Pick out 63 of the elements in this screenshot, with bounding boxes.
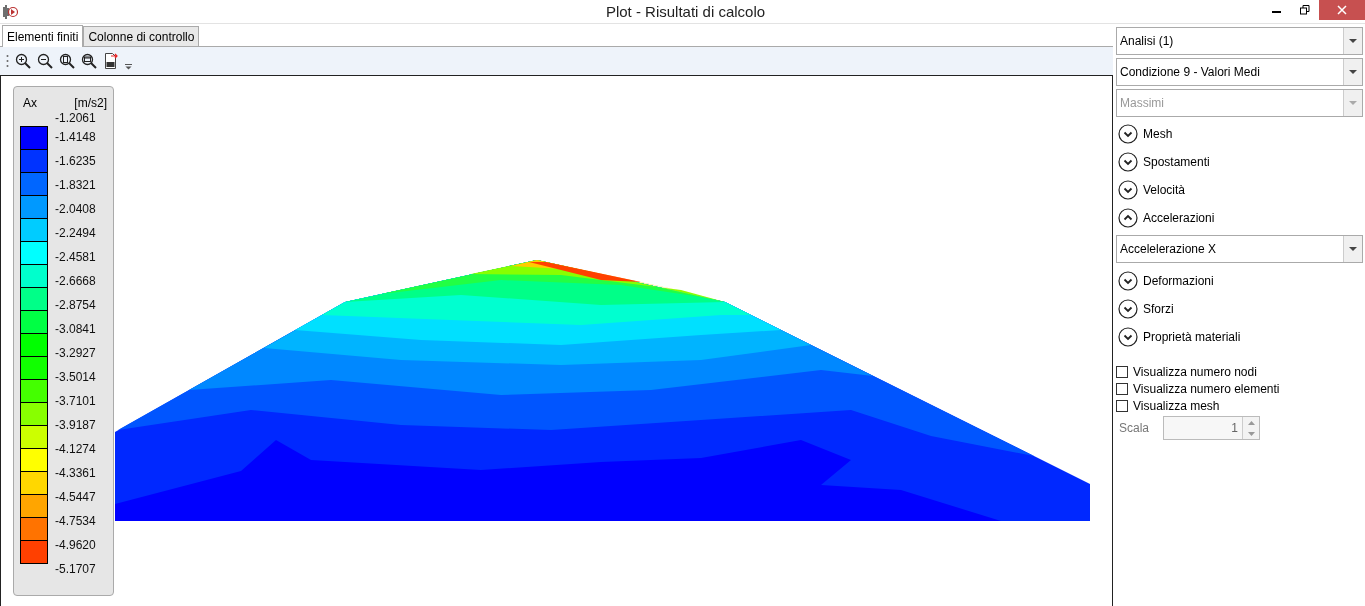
- dropdown[interactable]: Analisi (1): [1116, 27, 1363, 55]
- dropdown[interactable]: Accelelerazione X: [1116, 235, 1363, 263]
- expand-icon[interactable]: [1118, 327, 1138, 347]
- checkbox-label: Visualizza mesh: [1133, 398, 1220, 413]
- section-header[interactable]: Sforzi: [1143, 302, 1174, 316]
- checkbox-label: Visualizza numero elementi: [1133, 381, 1280, 396]
- legend-unit: [m/s2]: [74, 97, 107, 111]
- checkbox[interactable]: [1116, 399, 1128, 412]
- legend-value: -1.6235: [55, 153, 96, 170]
- legend-value: -1.8321: [55, 177, 96, 194]
- tab[interactable]: Colonne di controllo: [83, 26, 200, 46]
- expand-icon[interactable]: [1118, 152, 1138, 172]
- section-header[interactable]: Mesh: [1143, 127, 1173, 141]
- caret-icon: [1349, 100, 1357, 106]
- section-header[interactable]: Accelerazioni: [1143, 211, 1215, 225]
- zoom-window-button[interactable]: [81, 52, 98, 70]
- legend-value: -2.0408: [55, 201, 96, 218]
- toolbar-grip-icon: [6, 54, 9, 68]
- app-logo-icon: [2, 3, 18, 20]
- legend-value: -5.1707: [55, 561, 96, 578]
- collapse-icon[interactable]: [1118, 208, 1138, 228]
- dropdown[interactable]: Condizione 9 - Valori Medi: [1116, 58, 1363, 86]
- section-header[interactable]: Velocità: [1143, 183, 1186, 197]
- legend-value: -3.9187: [55, 417, 96, 434]
- caret-icon: [1349, 69, 1357, 75]
- zoom-extents-button[interactable]: [59, 52, 76, 70]
- legend-value: -2.2494: [55, 225, 96, 242]
- expand-icon[interactable]: [1118, 180, 1138, 200]
- legend-value: -2.4581: [55, 249, 96, 266]
- expand-icon[interactable]: [1118, 271, 1138, 291]
- legend-value: -4.9620: [55, 537, 96, 554]
- zoom-in-button[interactable]: [15, 52, 32, 70]
- window-title: Plot - Risultati di calcolo: [604, 3, 767, 20]
- legend-value: -4.5447: [55, 489, 96, 506]
- section-header[interactable]: Proprietà materiali: [1143, 330, 1241, 344]
- checkbox[interactable]: [1116, 382, 1128, 395]
- legend-value: -3.7101: [55, 393, 96, 410]
- overflow-caret-icon[interactable]: [125, 64, 132, 70]
- scale-label: Scala: [1119, 421, 1151, 435]
- section-header[interactable]: Spostamenti: [1143, 155, 1210, 169]
- legend-value: -2.8754: [55, 297, 96, 314]
- legend-value: -4.3361: [55, 465, 96, 482]
- legend-value: -1.4148: [55, 129, 96, 146]
- close-icon: [1337, 5, 1347, 15]
- legend-value: -4.7534: [55, 513, 96, 530]
- zoom-out-button[interactable]: [37, 52, 54, 70]
- legend-value: -4.1274: [55, 441, 96, 458]
- legend-value: -1.2061: [55, 111, 96, 125]
- section-header[interactable]: Deformazioni: [1143, 274, 1214, 288]
- checkbox-label: Visualizza numero nodi: [1133, 364, 1257, 379]
- expand-icon[interactable]: [1118, 299, 1138, 319]
- caret-icon: [1349, 38, 1357, 44]
- tab[interactable]: Elementi finiti: [2, 25, 84, 47]
- legend-value: -3.0841: [55, 321, 96, 338]
- legend-value: -3.5014: [55, 369, 96, 386]
- checkbox[interactable]: [1116, 365, 1128, 378]
- export-document-button[interactable]: [103, 52, 120, 70]
- restore-icon: [1300, 5, 1310, 15]
- legend-value: -2.6668: [55, 273, 96, 290]
- expand-icon[interactable]: [1118, 124, 1138, 144]
- legend-value: -3.2927: [55, 345, 96, 362]
- caret-icon: [1349, 246, 1357, 252]
- legend-quantity: Ax: [23, 97, 37, 111]
